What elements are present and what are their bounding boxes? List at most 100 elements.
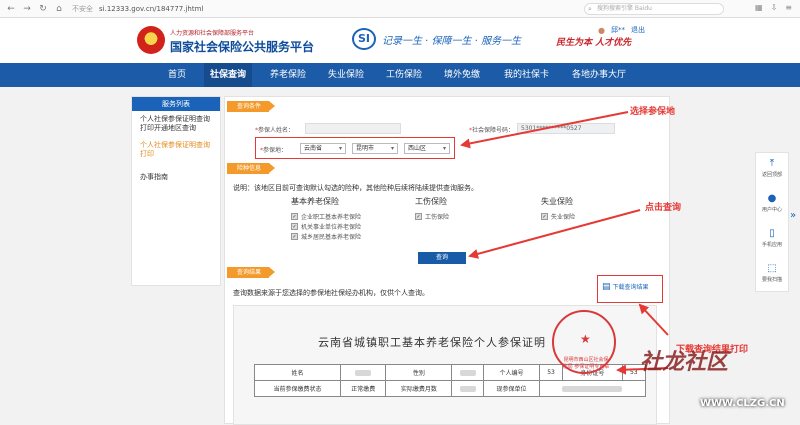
user-icon: ● — [598, 25, 605, 35]
table-cell: 姓名 — [254, 364, 341, 381]
user-center-button[interactable]: ● 用户中心 — [756, 188, 788, 223]
table-cell — [339, 364, 387, 381]
insurance-type-tag: 险种信息 — [227, 163, 276, 174]
main-nav: 首页 社保查询 养老保险 失业保险 工伤保险 境外免缴 我的社保卡 各地办事大厅 — [0, 63, 800, 87]
table-cell: 现参保单位 — [483, 380, 540, 397]
insured-place-selector: *参保地： 云南省 ▾ 昆明市 ▾ 西山区 ▾ — [255, 137, 455, 159]
main-content: 查询条件 *参保人姓名： *社会保障号码： 5301**********0527… — [224, 96, 670, 425]
reload-icon[interactable]: ↻ — [38, 4, 48, 14]
nav-my-card[interactable]: 我的社保卡 — [498, 63, 555, 87]
user-name[interactable]: 邱** — [611, 25, 625, 35]
site-title[interactable]: 国家社会保险公共服务平台 — [170, 38, 314, 55]
table-cell: 53 — [538, 364, 564, 381]
menu-icon[interactable]: ≡ — [785, 3, 792, 12]
checkbox[interactable]: ✓ — [291, 232, 298, 240]
checkbox[interactable]: ✓ — [415, 212, 422, 220]
chevron-down-icon: ▾ — [390, 145, 394, 152]
column-title: 基本养老保险 — [291, 197, 339, 206]
checkbox-label: 工伤保险 — [425, 213, 450, 221]
download-file-icon: ▤ — [602, 282, 611, 292]
query-conditions-tag: 查询条件 — [227, 101, 276, 112]
sidebar-title: 服务列表 — [132, 97, 220, 111]
table-row: 当前参保缴费状态 正常缴费 实际缴费月数 现参保单位 — [254, 380, 647, 397]
table-cell: 正常缴费 — [339, 380, 387, 397]
checkbox-label: 企业职工基本养老保险 — [301, 213, 362, 221]
service-sidebar: 服务列表 个人社保参保证明查询打印开通地区查询 个人社保参保证明查询打印 办事指… — [131, 96, 221, 286]
search-placeholder: 搜狗搜索引擎 Baidu — [597, 5, 652, 12]
arrow-up-icon: ⤒ — [769, 158, 775, 169]
ssn-label: *社会保障号码： — [469, 127, 515, 134]
logout-link[interactable]: 退出 — [631, 25, 645, 35]
sidebar-item-certificate-query[interactable]: 个人社保参保证明查询打印 — [132, 137, 220, 163]
column-title: 失业保险 — [541, 197, 573, 206]
search-icon: ⌕ — [588, 5, 592, 13]
district-select[interactable]: 西山区 ▾ — [404, 143, 450, 154]
site-header: 人力资源和社会保障部服务平台 国家社会保险公共服务平台 SI 记录一生 · 保障… — [0, 18, 800, 63]
phone-icon: ▯ — [769, 228, 775, 239]
url-text[interactable]: si.12333.gov.cn/184777.jhtml — [99, 5, 203, 13]
forward-icon[interactable]: → — [22, 4, 32, 14]
table-cell — [538, 380, 647, 397]
ssn-field[interactable]: 5301**********0527 — [517, 123, 615, 134]
checkbox[interactable]: ✓ — [541, 212, 548, 220]
nav-unemployment[interactable]: 失业保险 — [322, 63, 370, 87]
table-cell: 个人编号 — [483, 364, 540, 381]
scan-button[interactable]: ⬚ 要我扫描 — [756, 258, 788, 293]
name-field[interactable] — [305, 123, 401, 134]
certificate-title: 云南省城镇职工基本养老保险个人参保证明 — [318, 336, 546, 349]
city-select[interactable]: 昆明市 ▾ — [352, 143, 398, 154]
sidebar-item-guide[interactable]: 办事指南 — [132, 169, 220, 186]
checkbox-label: 机关事业单位养老保险 — [301, 223, 362, 231]
site-subtitle: 人力资源和社会保障部服务平台 — [170, 30, 255, 37]
checkbox[interactable]: ✓ — [291, 222, 298, 230]
slogan: 记录一生 · 保障一生 · 服务一生 — [382, 36, 522, 47]
extensions-icon[interactable]: ▦ — [755, 3, 763, 12]
checkbox[interactable]: ✓ — [291, 212, 298, 220]
browser-search-input[interactable]: ⌕ 搜狗搜索引擎 Baidu — [584, 3, 724, 15]
work-injury-column: 工伤保险 ✓ 工伤保险 — [415, 196, 449, 221]
table-cell: 性别 — [385, 364, 453, 381]
mobile-app-button[interactable]: ▯ 手机应用 — [756, 223, 788, 258]
slogan-secondary: 民生为本 人才优先 — [556, 38, 632, 48]
place-label: *参保地： — [260, 147, 288, 154]
province-select[interactable]: 云南省 ▾ — [300, 143, 346, 154]
chevron-right-icon[interactable]: » — [790, 210, 796, 221]
chevron-down-icon: ▾ — [338, 145, 342, 152]
chevron-down-icon: ▾ — [442, 145, 446, 152]
nav-home[interactable]: 首页 — [162, 63, 192, 87]
name-label: *参保人姓名： — [255, 127, 295, 134]
home-icon[interactable]: ⌂ — [54, 4, 64, 14]
checkbox-label: 城乡居民基本养老保险 — [301, 233, 362, 241]
unemployment-column: 失业保险 ✓ 失业保险 — [541, 196, 575, 221]
table-cell: 实际缴费月数 — [385, 380, 453, 397]
nav-service-halls[interactable]: 各地办事大厅 — [566, 63, 632, 87]
back-icon[interactable]: ← — [6, 4, 16, 14]
watermark-url: WWW.CLZG.CN — [700, 398, 785, 409]
nav-social-security-query[interactable]: 社保查询 — [204, 63, 253, 87]
user-area: ● 邱** 退出 — [598, 25, 645, 35]
floating-toolbar: ⤒ 返回顶部 ● 用户中心 ▯ 手机应用 ⬚ 要我扫描 — [755, 152, 789, 292]
back-to-top-button[interactable]: ⤒ 返回顶部 — [756, 153, 788, 188]
user-icon: ● — [767, 193, 777, 204]
download-manager-icon[interactable]: ⇩ — [771, 3, 778, 12]
table-cell — [451, 364, 485, 381]
nav-overseas-exemption[interactable]: 境外免缴 — [438, 63, 486, 87]
nav-pension[interactable]: 养老保险 — [264, 63, 312, 87]
browser-toolbar: ← → ↻ ⌂ 不安全 si.12333.gov.cn/184777.jhtml… — [0, 0, 800, 18]
nav-work-injury[interactable]: 工伤保险 — [380, 63, 428, 87]
seal-star-icon: ★ — [580, 332, 591, 346]
pension-column: 基本养老保险 ✓ 企业职工基本养老保险 ✓ 机关事业单位养老保险 ✓ 城乡居民基本养老… — [291, 196, 361, 241]
query-button[interactable]: 查询 — [418, 252, 466, 264]
annotation-click-query: 点击查询 — [645, 203, 682, 213]
result-note: 查询数据来源于您选择的参保地社保经办机构，仅供个人查询。 — [233, 289, 429, 297]
seal-text: 昆明市西山区社会保险局 参保证明专用章 — [562, 357, 610, 370]
sidebar-item-open-regions[interactable]: 个人社保参保证明查询打印开通地区查询 — [132, 111, 220, 137]
si-logo: SI — [352, 28, 376, 50]
official-seal: ★ 昆明市西山区社会保险局 参保证明专用章 — [552, 310, 616, 374]
address-bar[interactable]: 不安全 si.12333.gov.cn/184777.jhtml — [72, 3, 203, 15]
download-label: 下载查询结果 — [612, 284, 649, 291]
watermark-logo: 社龙社区 — [640, 349, 729, 375]
download-result-link[interactable]: ▤ 下载查询结果 — [597, 275, 663, 303]
column-title: 工伤保险 — [415, 197, 447, 206]
national-emblem-icon — [137, 26, 165, 54]
